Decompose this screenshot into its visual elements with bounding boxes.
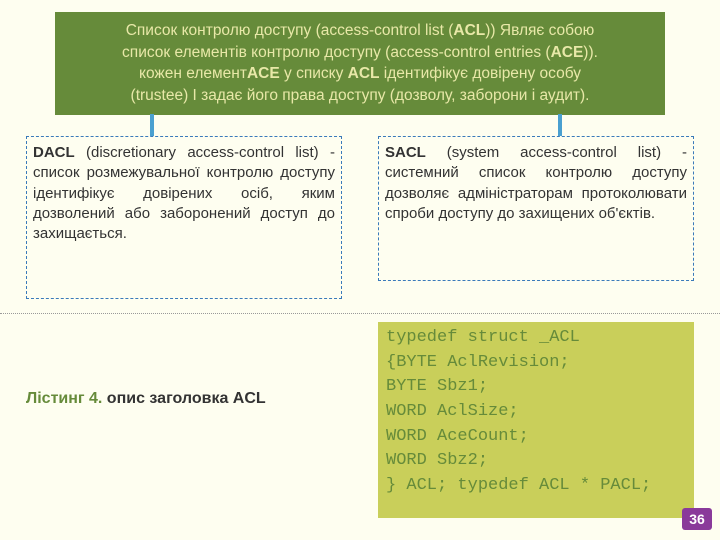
text: Список контролю доступу (access-control … [126,22,454,39]
sacl-lead: SACL [385,144,426,161]
sacl-body: (system access-control list) - системний… [385,144,687,222]
dacl-box: DACL (discretionary access-control list)… [26,136,342,299]
listing-text: опис заголовка ACL [102,390,265,407]
acl-term: ACL [453,22,485,39]
ace-term: ACE [551,44,584,61]
code-box: typedef struct _ACL {BYTE AclRevision; B… [378,322,694,518]
connector-right [558,114,562,136]
ace-term: ACE [247,65,280,82]
divider [0,313,720,314]
dacl-lead: DACL [33,144,75,161]
text: ідентифікує довірену особу [380,65,582,82]
text: кожен елемент [139,65,247,82]
text: )) Являє собою [485,22,594,39]
text: у списку [280,65,348,82]
listing-label: Лістинг 4. опис заголовка ACL [26,390,266,408]
text: список елементів контролю доступу (acces… [122,44,551,61]
connector-left [150,114,154,136]
text: )). [583,44,598,61]
acl-definition-box: Список контролю доступу (access-control … [55,12,665,115]
text: (trustee) I задає його права доступу (до… [131,87,590,104]
page-number: 36 [682,508,712,530]
dacl-body: (discretionary access-control list) - сп… [33,144,335,242]
acl-term: ACL [348,65,380,82]
listing-number: Лістинг 4. [26,390,102,407]
sacl-box: SACL (system access-control list) - сист… [378,136,694,281]
